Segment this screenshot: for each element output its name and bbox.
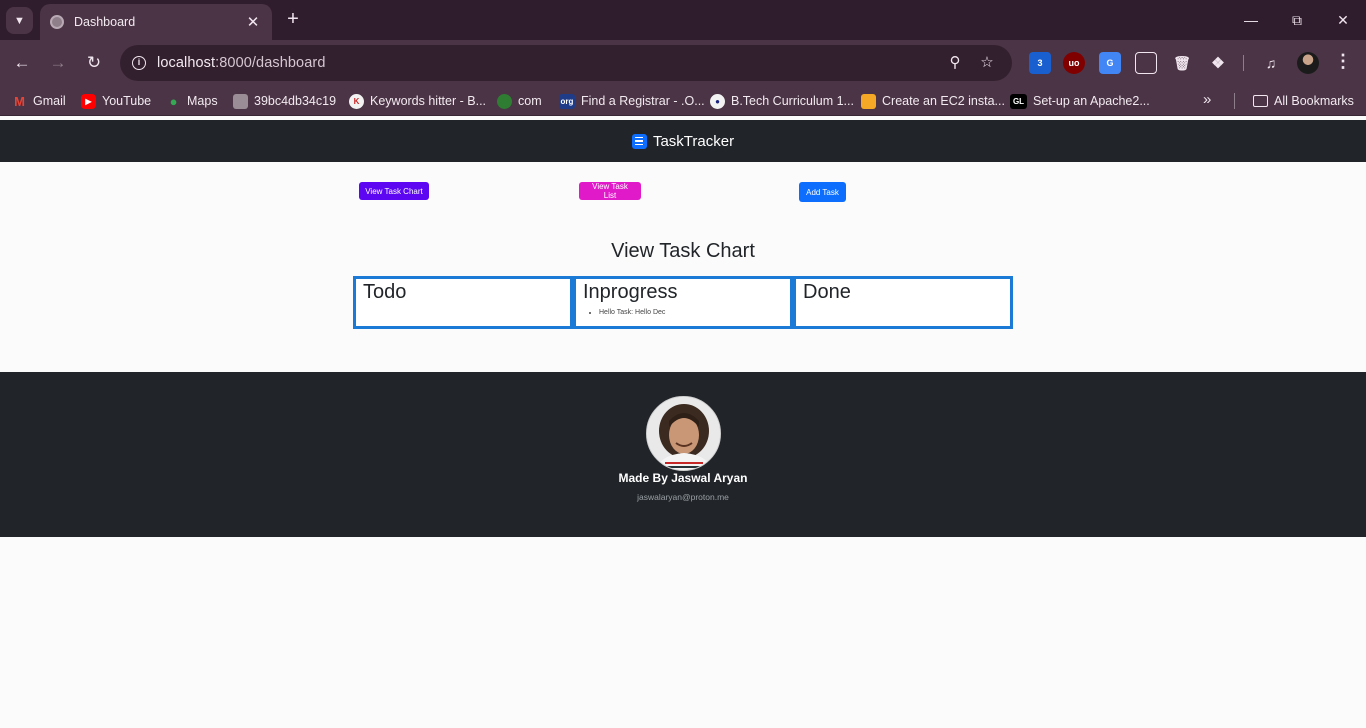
minimize-window-icon[interactable]: —: [1236, 7, 1266, 33]
bookmark-find-registrar[interactable]: org Find a Registrar - .O...: [559, 92, 705, 110]
footer: Made By Jaswal Aryan jaswalaryan@proton.…: [0, 372, 1366, 537]
trash-extension-icon[interactable]: 🗑: [1171, 52, 1193, 74]
new-tab-plus-icon[interactable]: +: [281, 8, 305, 32]
bookmark-label: Find a Registrar - .O...: [581, 94, 705, 108]
forward-arrow-icon[interactable]: →: [44, 49, 72, 77]
keywords-icon: K: [349, 93, 364, 109]
bookmarks-bar: M Gmail ▶ YouTube ● Maps 39bc4db34c19 K Keyw…: [0, 86, 1366, 116]
brand-link[interactable]: TaskTracker: [631, 132, 735, 150]
column-title: Done: [803, 281, 851, 303]
brand-name: TaskTracker: [652, 132, 735, 150]
browser-toolbar: ← → ↻ i localhost:8000/dashboard ⚲ ☆ 3 u…: [0, 40, 1366, 86]
youtube-icon: ▶: [81, 93, 96, 109]
tab-title: Dashboard: [74, 15, 136, 29]
translate-extension-icon[interactable]: G: [1099, 52, 1121, 74]
bookmark-btech-curriculum[interactable]: ● B.Tech Curriculum 1...: [710, 92, 854, 110]
bookmark-label: Maps: [187, 94, 218, 108]
bookmark-maps[interactable]: ● Maps: [166, 92, 218, 110]
gl-icon: GL: [1010, 93, 1027, 109]
bookmark-39bc4db34c19[interactable]: 39bc4db34c19: [233, 92, 336, 110]
tab-search-chevron-icon[interactable]: ▼: [6, 7, 33, 34]
bookmark-youtube[interactable]: ▶ YouTube: [81, 92, 151, 110]
add-task-button[interactable]: Add Task: [799, 182, 846, 202]
toolbar-divider: [1243, 55, 1244, 71]
bookmark-label: Keywords hitter - B...: [370, 94, 487, 108]
bitwarden-extension-icon[interactable]: 3: [1029, 52, 1051, 74]
reload-icon[interactable]: ↻: [80, 49, 108, 77]
curriculum-icon: ●: [710, 93, 725, 109]
bookmark-label: Set-up an Apache2...: [1033, 94, 1150, 108]
chrome-menu-icon[interactable]: ⋮: [1333, 51, 1353, 72]
bookmark-setup-apache2[interactable]: GL Set-up an Apache2...: [1010, 92, 1150, 110]
column-title: Inprogress: [583, 281, 678, 303]
made-by-text: Made By Jaswal Aryan: [618, 471, 748, 485]
site-info-icon[interactable]: i: [127, 51, 151, 75]
tab-close-icon[interactable]: ✕: [244, 13, 262, 31]
org-icon: org: [559, 93, 575, 109]
zoom-magnifier-icon[interactable]: ⚲: [945, 53, 965, 73]
column-inprogress: Inprogress Hello Task: Hello Dec: [573, 276, 793, 329]
browser-tab-dashboard[interactable]: Dashboard ✕: [40, 4, 272, 40]
view-task-list-button[interactable]: View Task List: [579, 182, 641, 200]
section-title: View Task Chart: [611, 240, 755, 262]
browser-tab-strip: ▼ Dashboard ✕ + — ⧉ ✕: [0, 0, 1366, 40]
bookmark-label: 39bc4db34c19: [254, 94, 337, 108]
bookmarks-overflow-chevron-icon[interactable]: »: [1203, 91, 1211, 108]
extension-badge: 3: [1037, 58, 1043, 68]
maps-pin-icon: ●: [169, 93, 178, 109]
bookmark-keywords-hitter[interactable]: K Keywords hitter - B...: [349, 92, 486, 110]
task-list: Hello Task: Hello Dec: [583, 308, 783, 317]
bookmark-label: YouTube: [102, 94, 152, 108]
column-todo: Todo: [353, 276, 573, 329]
bookmark-label: Gmail: [33, 94, 66, 108]
bookmark-create-ec2[interactable]: Create an EC2 insta...: [861, 92, 1005, 110]
bookmark-star-icon[interactable]: ☆: [977, 53, 997, 73]
url-path: :8000/dashboard: [215, 55, 326, 71]
bookmark-com[interactable]: com: [497, 92, 542, 110]
bookmark-label: B.Tech Curriculum 1...: [731, 94, 854, 108]
app-navbar: TaskTracker: [0, 120, 1366, 162]
column-title: Todo: [363, 281, 407, 303]
footer-email: jaswalaryan@proton.me: [637, 492, 729, 502]
media-control-icon[interactable]: ♫: [1260, 52, 1282, 74]
all-bookmarks-label: All Bookmarks: [1274, 94, 1354, 108]
address-bar[interactable]: i localhost:8000/dashboard ⚲ ☆: [120, 45, 1012, 81]
profile-photo-image: [647, 397, 720, 470]
bookmark-label: Create an EC2 insta...: [882, 94, 1005, 108]
profile-avatar[interactable]: [1297, 52, 1319, 74]
back-arrow-icon[interactable]: ←: [8, 49, 36, 77]
all-bookmarks-folder[interactable]: All Bookmarks: [1253, 92, 1354, 110]
globe-icon: [497, 93, 512, 109]
url-text[interactable]: localhost:8000/dashboard: [157, 55, 325, 71]
task-board: Todo Inprogress Hello Task: Hello Dec Do…: [353, 276, 1013, 329]
picture-in-picture-icon[interactable]: [1135, 52, 1157, 74]
globe-favicon-icon: [50, 15, 64, 29]
ublock-extension-icon[interactable]: uo: [1063, 52, 1085, 74]
bookmark-gmail[interactable]: M Gmail: [12, 92, 66, 110]
column-done: Done: [793, 276, 1013, 329]
view-task-chart-button[interactable]: View Task Chart: [359, 182, 429, 200]
url-host: localhost: [157, 55, 216, 71]
bookmark-label: com: [518, 94, 542, 108]
bookmarks-divider: [1234, 93, 1235, 109]
gmail-icon: M: [14, 93, 25, 109]
aws-box-icon: [861, 93, 876, 109]
restore-window-icon[interactable]: ⧉: [1282, 7, 1312, 33]
puzzle-extensions-icon[interactable]: ❖: [1207, 52, 1229, 74]
task-item: Hello Task: Hello Dec: [599, 308, 783, 317]
folder-icon: [1253, 95, 1268, 107]
profile-photo: [646, 396, 721, 471]
list-icon: [631, 133, 647, 149]
close-window-icon[interactable]: ✕: [1328, 7, 1358, 33]
page-icon: [233, 93, 248, 109]
